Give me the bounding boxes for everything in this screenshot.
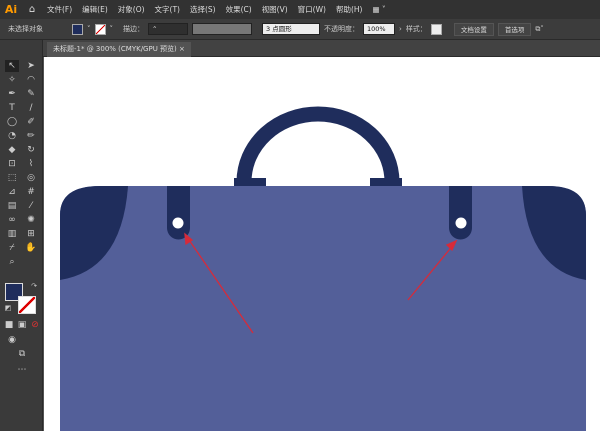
home-icon[interactable]: ⌂ (22, 4, 42, 15)
blend-tool-icon[interactable]: ∞ (5, 214, 19, 226)
workspace-icon[interactable]: ▦ ˅ (367, 5, 390, 14)
rotate-tool-icon[interactable]: ↻ (24, 144, 38, 156)
chevron-down-icon[interactable]: ˅ (110, 25, 114, 33)
menu-object[interactable]: 对象(O) (113, 4, 150, 15)
menu-select[interactable]: 选择(S) (185, 4, 221, 15)
ellipse-tool-icon[interactable]: ◯ (5, 116, 19, 128)
paintbrush-tool-icon[interactable]: ✐ (24, 116, 38, 128)
rivet-right (455, 217, 467, 229)
draw-mode-icon[interactable]: ◉ (5, 334, 19, 346)
eraser-tool-icon[interactable]: ◆ (5, 144, 19, 156)
style-label: 样式： (405, 25, 427, 33)
bag-illustration (60, 106, 586, 431)
gradient-mode-icon[interactable]: ▣ (15, 319, 29, 331)
menu-effect[interactable]: 效果(C) (221, 4, 257, 15)
default-colors-icon[interactable]: ◩ (1, 302, 15, 314)
bag-body (60, 186, 586, 431)
warp-tool-icon[interactable]: ⌇ (24, 158, 38, 170)
document-setup-button[interactable]: 文档设置 (453, 22, 494, 36)
selection-tool-icon[interactable]: ↖ (5, 60, 19, 72)
document-tab-bar: 未标题-1* @ 300% (CMYK/GPU 预览) × (43, 40, 600, 57)
arrange-icon[interactable]: ⧉˅ (535, 25, 544, 34)
gradient-tool-icon[interactable]: ▤ (5, 200, 19, 212)
opacity-input[interactable]: 100% (363, 23, 395, 35)
hand-tool-icon[interactable]: ✋ (24, 242, 38, 254)
close-icon[interactable]: × (179, 45, 185, 53)
app-logo: Ai (4, 3, 18, 16)
free-transform-tool-icon[interactable]: ⬚ (5, 172, 19, 184)
line-tool-icon[interactable]: / (24, 102, 38, 114)
menu-edit[interactable]: 编辑(E) (77, 4, 113, 15)
menu-help[interactable]: 帮助(H) (331, 4, 368, 15)
chevron-down-icon[interactable]: ˅ (87, 25, 91, 33)
selection-status: 未选择对象 (8, 25, 43, 33)
curvature-tool-icon[interactable]: ✎ (24, 88, 38, 100)
stroke-weight-input[interactable]: ⌃ (148, 23, 188, 35)
rivet-left (172, 217, 184, 229)
eyedropper-tool-icon[interactable]: ⁄ (24, 200, 38, 212)
shape-builder-tool-icon[interactable]: ◎ (24, 172, 38, 184)
artboard[interactable] (44, 57, 600, 431)
opacity-label: 不透明度： (324, 25, 359, 33)
swap-colors-icon[interactable]: ↷ (27, 280, 41, 292)
zoom-tool-icon[interactable]: ⌕ (5, 256, 19, 268)
symbol-sprayer-tool-icon[interactable]: ✺ (24, 214, 38, 226)
document-tab-title: 未标题-1* @ 300% (CMYK/GPU 预览) (53, 45, 177, 53)
lasso-tool-icon[interactable]: ◠ (24, 74, 38, 86)
pencil-tool-icon[interactable]: ✏ (24, 130, 38, 142)
variable-width-field[interactable] (192, 23, 252, 35)
menu-view[interactable]: 视图(V) (257, 4, 293, 15)
menu-file[interactable]: 文件(F) (42, 4, 77, 15)
mesh-tool-icon[interactable]: # (24, 186, 38, 198)
column-graph-tool-icon[interactable]: ▥ (5, 228, 19, 240)
shaper-tool-icon[interactable]: ◔ (5, 130, 19, 142)
toolbox: ↖ ➤ ✧ ◠ ✒ ✎ T / ◯ ✐ ◔ ✏ ◆ ↻ ⊡ ⌇ ⬚ ◎ ⊿ # … (0, 40, 43, 431)
type-tool-icon[interactable]: T (5, 102, 19, 114)
chevron-right-icon[interactable]: › (399, 25, 402, 33)
perspective-tool-icon[interactable]: ⊿ (5, 186, 19, 198)
magic-wand-tool-icon[interactable]: ✧ (5, 74, 19, 86)
strap-tab-right (449, 186, 472, 240)
preferences-button[interactable]: 首选项 (497, 22, 532, 36)
style-swatch[interactable] (430, 23, 442, 35)
direct-selection-tool-icon[interactable]: ➤ (24, 60, 38, 72)
more-tools-icon[interactable]: ⋯ (15, 364, 29, 376)
stroke-label: 描边： (123, 25, 144, 33)
brush-select[interactable]: 3 点圆形 (262, 23, 320, 35)
menu-bar: Ai ⌂ 文件(F) 编辑(E) 对象(O) 文字(T) 选择(S) 效果(C)… (0, 0, 600, 19)
menu-type[interactable]: 文字(T) (150, 4, 185, 15)
color-mode-icon[interactable]: ■ (2, 319, 16, 331)
slice-tool-icon[interactable]: ⌿ (5, 242, 19, 254)
artboard-tool-icon[interactable]: ⊞ (24, 228, 38, 240)
fill-swatch[interactable] (72, 23, 83, 35)
bag-handle (236, 106, 400, 183)
control-bar: 未选择对象 ˅ ˅ 描边： ⌃ 3 点圆形 不透明度： 100% › 样式： 文… (0, 19, 600, 40)
menu-window[interactable]: 窗口(W) (293, 4, 331, 15)
stroke-color-box[interactable] (18, 296, 36, 314)
none-mode-icon[interactable]: ⊘ (28, 319, 42, 331)
strap-tab-left (167, 186, 190, 240)
screen-mode-icon[interactable]: ⧉ (15, 348, 29, 360)
pen-tool-icon[interactable]: ✒ (5, 88, 19, 100)
stroke-swatch[interactable] (94, 23, 106, 35)
scale-tool-icon[interactable]: ⊡ (5, 158, 19, 170)
document-tab[interactable]: 未标题-1* @ 300% (CMYK/GPU 预览) × (47, 42, 191, 57)
